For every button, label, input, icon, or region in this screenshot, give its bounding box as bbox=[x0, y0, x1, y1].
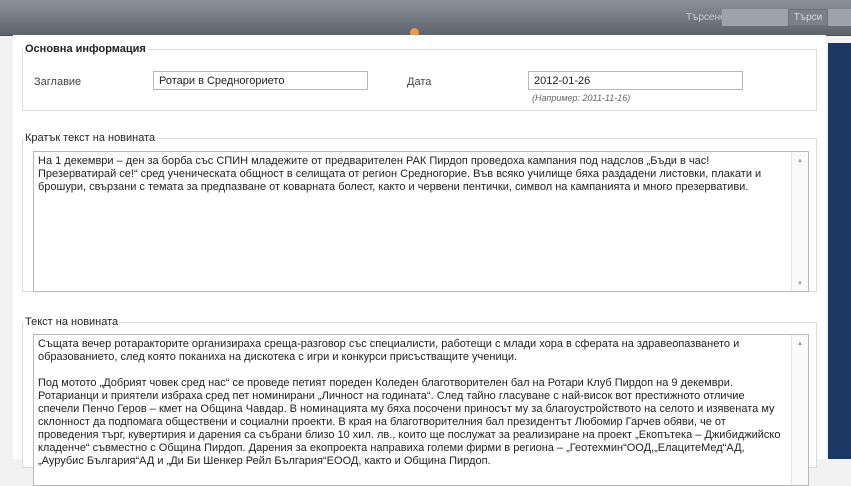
short-text-area[interactable]: На 1 декември – ден за борба със СПИН мл… bbox=[33, 151, 809, 292]
date-input[interactable] bbox=[528, 71, 743, 90]
full-text-scrollbar[interactable]: ▲ bbox=[791, 335, 808, 485]
basic-info-section: Основна информация Заглавие Дата (Наприм… bbox=[22, 43, 817, 111]
short-text-paragraph: На 1 декември – ден за борба със СПИН мл… bbox=[38, 155, 762, 193]
search-input[interactable] bbox=[722, 9, 851, 26]
basic-info-legend: Основна информация bbox=[25, 43, 146, 55]
date-hint: (Например: 2011-11-16) bbox=[532, 93, 631, 103]
title-input[interactable] bbox=[153, 71, 368, 90]
title-label: Заглавие bbox=[34, 76, 82, 88]
search-button[interactable]: Търси bbox=[788, 9, 828, 26]
scroll-up-arrow-icon[interactable]: ▲ bbox=[792, 339, 808, 349]
full-text-legend: Текст на новината bbox=[25, 316, 119, 328]
content-page: Основна информация Заглавие Дата (Наприм… bbox=[13, 35, 826, 486]
scroll-up-arrow-icon[interactable]: ▲ bbox=[792, 156, 808, 166]
full-text-paragraph: Под мотото „Добрият човек сред нас“ се п… bbox=[38, 377, 781, 467]
short-text-scrollbar[interactable]: ▲ ▼ bbox=[791, 152, 808, 291]
date-label: Дата bbox=[407, 76, 432, 88]
full-text-paragraph: Същата вечер ротаракторите организираха … bbox=[38, 338, 740, 363]
full-text-content: Същата вечер ротаракторите организираха … bbox=[38, 338, 786, 481]
short-text-section: Кратък текст на новината На 1 декември –… bbox=[22, 132, 817, 292]
right-side-panel bbox=[828, 43, 851, 459]
top-bar: Търсене: Търси bbox=[0, 0, 851, 37]
full-text-area[interactable]: Същата вечер ротаракторите организираха … bbox=[33, 334, 809, 486]
short-text-legend: Кратък текст на новината bbox=[25, 132, 156, 144]
short-text-content: На 1 декември – ден за борба със СПИН мл… bbox=[38, 155, 786, 207]
full-text-section: Текст на новината Същата вечер ротаракто… bbox=[22, 316, 817, 486]
scroll-down-arrow-icon[interactable]: ▼ bbox=[792, 279, 808, 289]
